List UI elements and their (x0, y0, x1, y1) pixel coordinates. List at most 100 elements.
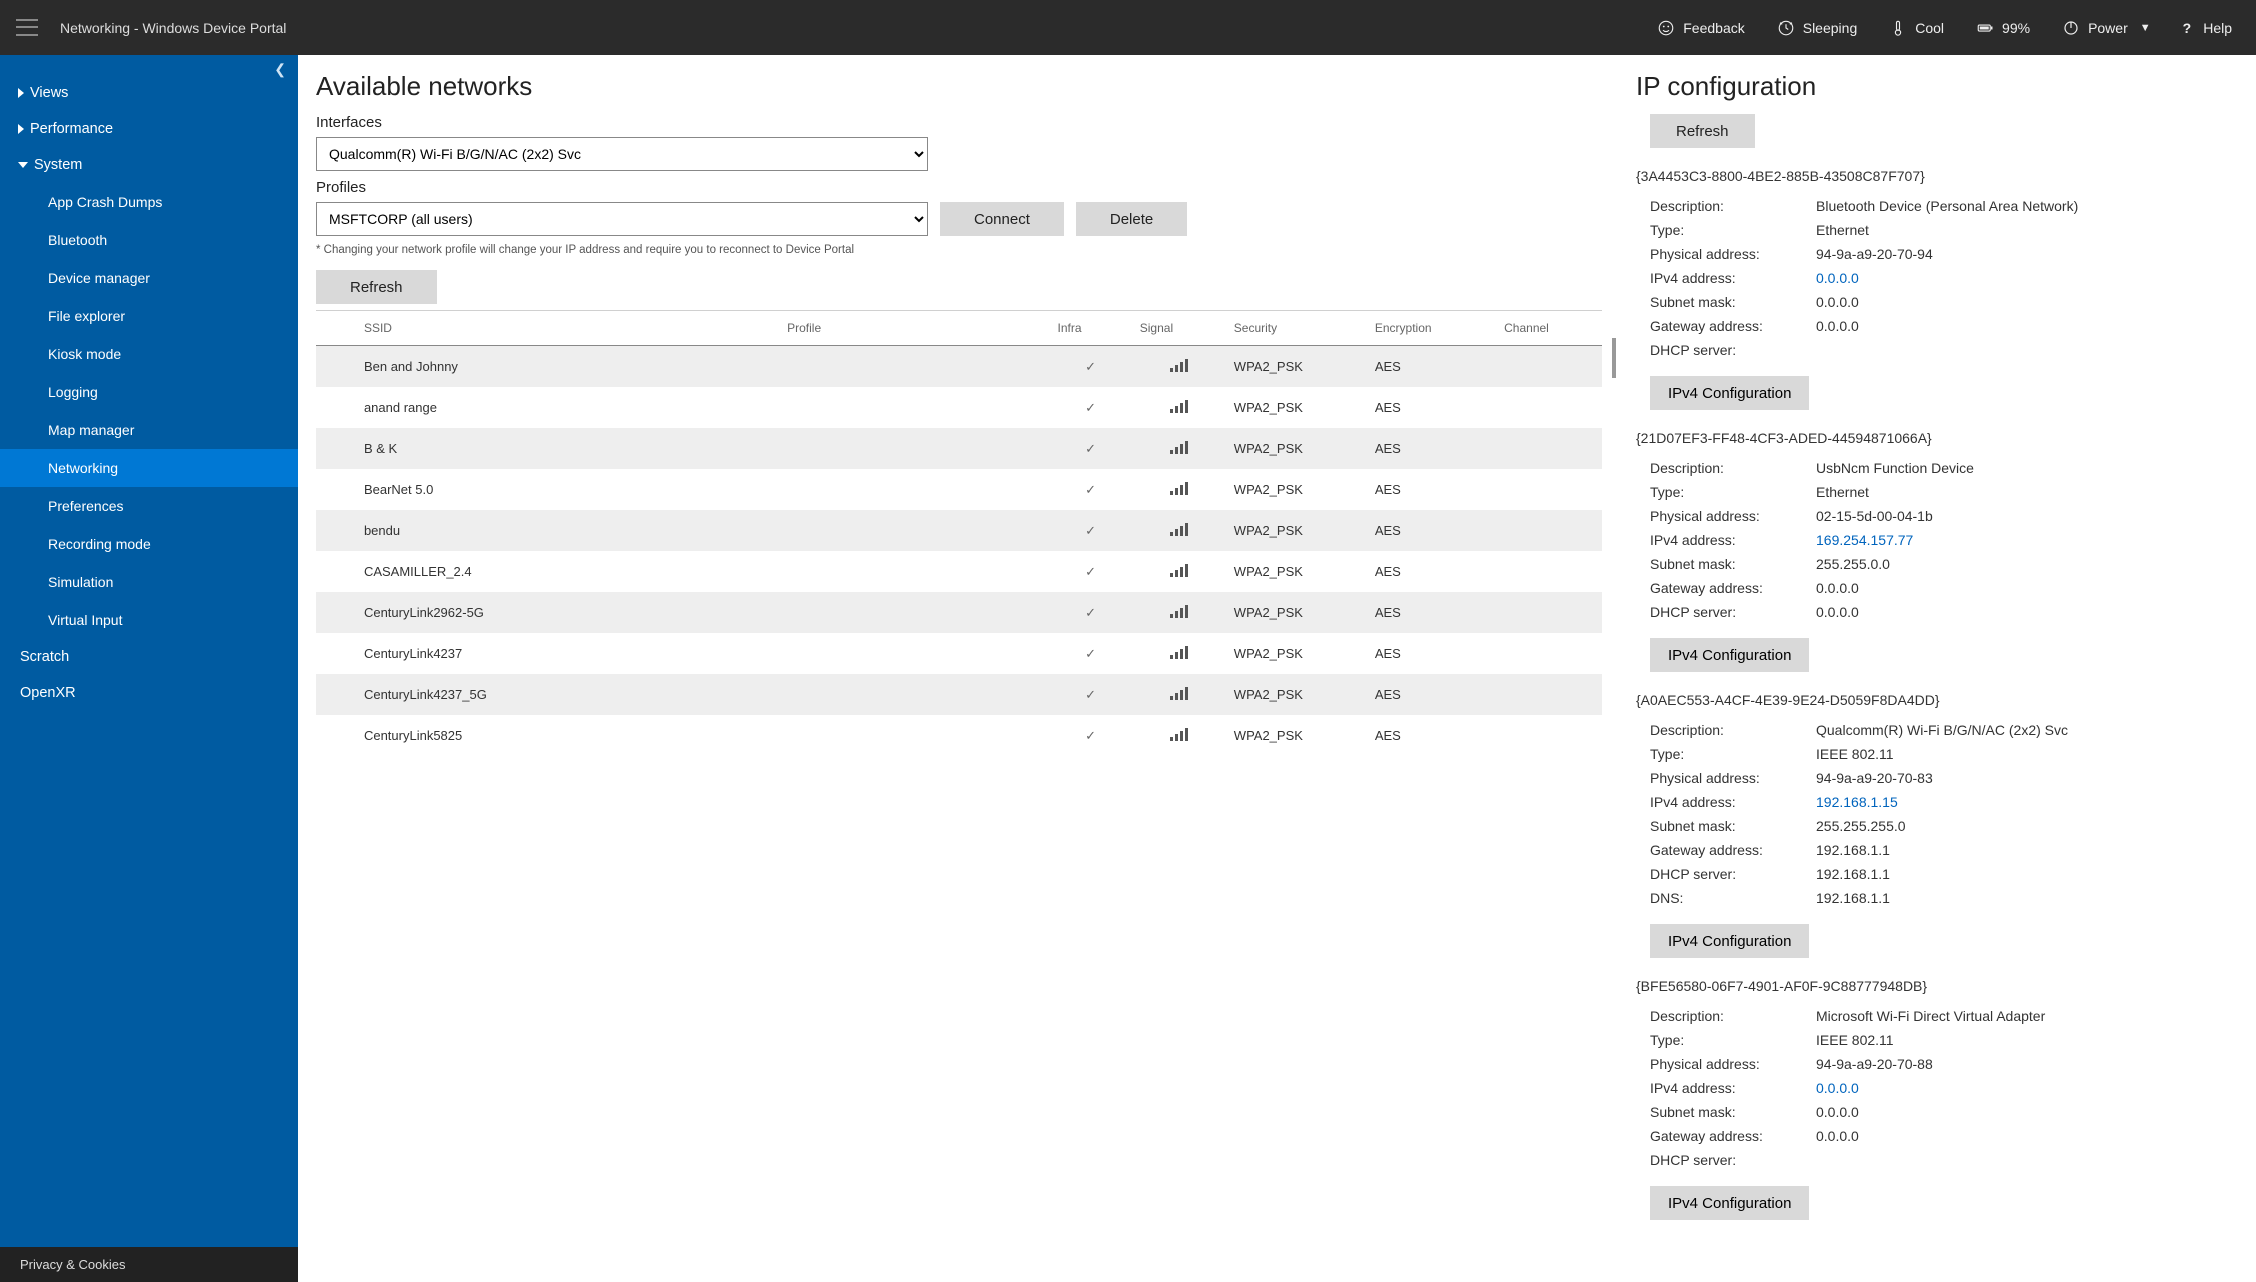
sidebar-group-label: Views (30, 85, 68, 101)
adapter-ipv4-value[interactable]: 192.168.1.15 (1816, 790, 2246, 814)
sidebar-item-networking[interactable]: Networking (0, 449, 298, 487)
ipv4-configuration-button[interactable]: IPv4 Configuration (1650, 638, 1809, 672)
network-row[interactable]: Ben and Johnny✓WPA2_PSKAES (316, 346, 1602, 388)
adapter-ipv4-value[interactable]: 0.0.0.0 (1816, 1076, 2246, 1100)
adapter-physical-value: 94-9a-a9-20-70-83 (1816, 766, 2246, 790)
triangle-down-icon (18, 162, 28, 168)
signal-icon (1170, 686, 1188, 700)
row-infra: ✓ (1049, 674, 1131, 715)
ipv4-configuration-button[interactable]: IPv4 Configuration (1650, 376, 1809, 410)
network-row[interactable]: BearNet 5.0✓WPA2_PSKAES (316, 469, 1602, 510)
network-row[interactable]: B & K✓WPA2_PSKAES (316, 428, 1602, 469)
adapter-gateway-value: 192.168.1.1 (1816, 838, 2246, 862)
networks-col-channel[interactable]: Channel (1496, 311, 1602, 346)
adapter-ipv4-value[interactable]: 169.254.157.77 (1816, 528, 2246, 552)
adapter-type: Type:Ethernet (1636, 480, 2246, 504)
row-security: WPA2_PSK (1226, 592, 1367, 633)
network-row[interactable]: CenturyLink4237✓WPA2_PSKAES (316, 633, 1602, 674)
battery-status[interactable]: 99% (1976, 19, 2030, 37)
network-row[interactable]: anand range✓WPA2_PSKAES (316, 387, 1602, 428)
adapter-subnet: Subnet mask:0.0.0.0 (1636, 290, 2246, 314)
adapter-dns-label: DNS: (1636, 886, 1816, 910)
networks-col-ssid[interactable]: SSID (356, 311, 779, 346)
triangle-right-icon (18, 88, 24, 98)
sidebar-item-file-explorer[interactable]: File explorer (0, 297, 298, 335)
adapter-type: Type:IEEE 802.11 (1636, 1028, 2246, 1052)
adapter-subnet-value: 255.255.255.0 (1816, 814, 2246, 838)
sidebar-group-views[interactable]: Views (0, 75, 298, 111)
refresh-ipconfig-button[interactable]: Refresh (1650, 114, 1755, 148)
network-row[interactable]: CenturyLink2962-5G✓WPA2_PSKAES (316, 592, 1602, 633)
sidebar-item-kiosk-mode[interactable]: Kiosk mode (0, 335, 298, 373)
sidebar-item-device-manager[interactable]: Device manager (0, 259, 298, 297)
privacy-link[interactable]: Privacy & Cookies (0, 1247, 298, 1282)
adapter-gateway: Gateway address:0.0.0.0 (1636, 314, 2246, 338)
adapter-gateway-value: 0.0.0.0 (1816, 1124, 2246, 1148)
power-menu[interactable]: Power ▼ (2062, 19, 2151, 37)
adapter-physical-value: 94-9a-a9-20-70-94 (1816, 242, 2246, 266)
connect-button[interactable]: Connect (940, 202, 1064, 236)
networks-col-signal[interactable]: Signal (1132, 311, 1226, 346)
row-infra: ✓ (1049, 469, 1131, 510)
network-row[interactable]: CenturyLink5825✓WPA2_PSKAES (316, 715, 1602, 756)
adapter-dns-value: 192.168.1.1 (1816, 886, 2246, 910)
sidebar-collapse-button[interactable]: ❮ (274, 61, 286, 78)
adapter-gateway-label: Gateway address: (1636, 314, 1816, 338)
sleeping-status[interactable]: Sleeping (1777, 19, 1858, 37)
sidebar-item-scratch[interactable]: Scratch (0, 639, 298, 675)
adapter-ipv4-label: IPv4 address: (1636, 266, 1816, 290)
thermal-status[interactable]: Cool (1889, 19, 1944, 37)
adapter-subnet-label: Subnet mask: (1636, 552, 1816, 576)
profile-select[interactable]: MSFTCORP (all users) (316, 202, 928, 236)
feedback-button[interactable]: Feedback (1657, 19, 1744, 37)
table-scrollbar[interactable] (1602, 338, 1618, 756)
adapter-id: {A0AEC553-A4CF-4E39-9E24-D5059F8DA4DD} (1636, 692, 2246, 708)
thermometer-icon (1889, 19, 1907, 37)
interface-select[interactable]: Qualcomm(R) Wi-Fi B/G/N/AC (2x2) Svc (316, 137, 928, 171)
row-encryption: AES (1367, 633, 1496, 674)
row-profile (779, 633, 1049, 674)
sidebar-item-simulation[interactable]: Simulation (0, 563, 298, 601)
available-networks-heading: Available networks (316, 71, 1602, 102)
network-row[interactable]: CASAMILLER_2.4✓WPA2_PSKAES (316, 551, 1602, 592)
sidebar-item-recording-mode[interactable]: Recording mode (0, 525, 298, 563)
sidebar-item-virtual-input[interactable]: Virtual Input (0, 601, 298, 639)
sidebar-item-logging[interactable]: Logging (0, 373, 298, 411)
row-channel (1496, 346, 1602, 388)
sidebar-item-map-manager[interactable]: Map manager (0, 411, 298, 449)
ipv4-configuration-button[interactable]: IPv4 Configuration (1650, 1186, 1809, 1220)
sidebar-item-app-crash-dumps[interactable]: App Crash Dumps (0, 183, 298, 221)
adapter-physical-label: Physical address: (1636, 242, 1816, 266)
sidebar-group-performance[interactable]: Performance (0, 111, 298, 147)
row-expand-cell (316, 387, 356, 428)
adapter-subnet-label: Subnet mask: (1636, 1100, 1816, 1124)
networks-col-infra[interactable]: Infra (1049, 311, 1131, 346)
row-security: WPA2_PSK (1226, 346, 1367, 388)
adapter-subnet-value: 255.255.0.0 (1816, 552, 2246, 576)
network-row[interactable]: bendu✓WPA2_PSKAES (316, 510, 1602, 551)
adapter-physical: Physical address:02-15-5d-00-04-1b (1636, 504, 2246, 528)
delete-button[interactable]: Delete (1076, 202, 1187, 236)
adapter-ipv4-value[interactable]: 0.0.0.0 (1816, 266, 2246, 290)
row-infra: ✓ (1049, 428, 1131, 469)
adapter-description-value: UsbNcm Function Device (1816, 456, 2246, 480)
row-encryption: AES (1367, 592, 1496, 633)
adapter-description-value: Bluetooth Device (Personal Area Network) (1816, 194, 2246, 218)
network-row[interactable]: CenturyLink4237_5G✓WPA2_PSKAES (316, 674, 1602, 715)
sidebar-item-openxr[interactable]: OpenXR (0, 675, 298, 711)
sidebar-group-system[interactable]: System (0, 147, 298, 183)
menu-icon[interactable] (16, 17, 38, 39)
help-button[interactable]: ? Help (2183, 20, 2232, 36)
row-encryption: AES (1367, 346, 1496, 388)
networks-col-profile[interactable]: Profile (779, 311, 1049, 346)
sidebar-item-preferences[interactable]: Preferences (0, 487, 298, 525)
row-signal (1132, 715, 1226, 756)
networks-col-expand[interactable] (316, 311, 356, 346)
adapter-type-label: Type: (1636, 1028, 1816, 1052)
sidebar-item-bluetooth[interactable]: Bluetooth (0, 221, 298, 259)
adapter-physical-label: Physical address: (1636, 1052, 1816, 1076)
ipv4-configuration-button[interactable]: IPv4 Configuration (1650, 924, 1809, 958)
refresh-networks-button[interactable]: Refresh (316, 270, 437, 304)
networks-col-security[interactable]: Security (1226, 311, 1367, 346)
networks-col-encryption[interactable]: Encryption (1367, 311, 1496, 346)
